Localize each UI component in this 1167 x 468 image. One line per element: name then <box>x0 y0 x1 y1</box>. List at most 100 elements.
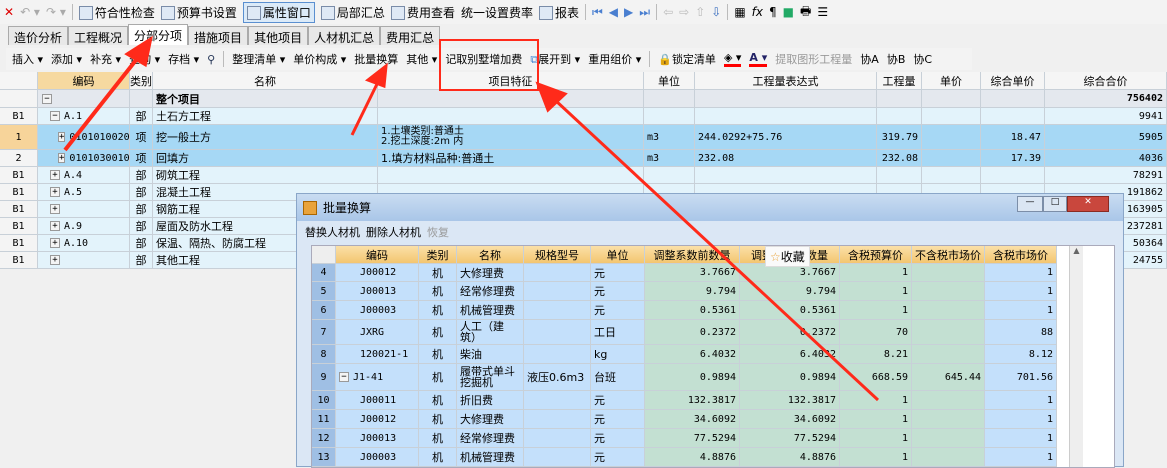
table-row[interactable]: 5 J00013 机 经常修理费 元 9.794 9.794 1 1 <box>312 282 1167 301</box>
expand-to-menu[interactable]: ⧉展开到 ▾ <box>530 51 580 67</box>
table-row[interactable]: 2 +010103001001 项回填方 1.填方材料品种:普通土 m3 232.08 23… <box>0 150 1167 167</box>
expand-icon[interactable]: + <box>58 153 66 163</box>
villa-fee-button[interactable]: 记取别墅增加费 <box>445 51 522 67</box>
expand-icon[interactable]: + <box>50 187 60 197</box>
cell: 1 <box>985 429 1057 448</box>
table-row[interactable]: 12 J00013 机 经常修理费 元 77.5294 77.5294 1 1 <box>312 429 1167 448</box>
collapse-icon[interactable]: − <box>339 372 349 382</box>
last-icon[interactable]: ⏭ <box>639 5 650 20</box>
calculator-icon[interactable]: ▦ <box>734 5 745 19</box>
lock-list-button[interactable]: 🔒锁定清单 <box>658 51 716 67</box>
maximize-button[interactable]: □ <box>1043 196 1067 212</box>
table-row[interactable]: 8 120021-1 机 柴油 kg 6.4032 6.4032 8.21 8.12 <box>312 345 1167 364</box>
property-window-button[interactable]: 属性窗口 <box>242 1 315 23</box>
table-row[interactable]: 13 J00003 机 机械管理费 元 4.8876 4.8876 1 1 <box>312 448 1167 467</box>
cell-text: 78291 <box>1132 169 1163 181</box>
unify-rate-button[interactable]: 统一设置费率 <box>461 4 533 21</box>
table-row[interactable]: 1 +010101002001 项挖一般土方 1.土壤类别:普通土 2.挖土深度:2m… <box>0 125 1167 150</box>
restore-button[interactable]: 恢复 <box>427 224 449 240</box>
first-icon[interactable]: ⏮ <box>592 5 603 20</box>
tab-measures[interactable]: 措施项目 <box>188 26 249 45</box>
print-icon[interactable]: 🖶 <box>800 2 811 23</box>
coop-c-button[interactable]: 协C <box>913 51 932 67</box>
expand-icon[interactable]: + <box>58 132 66 142</box>
table-row[interactable]: 7 JXRG 机 人工（建筑） 工日 0.2372 0.2372 70 88 <box>312 320 1167 345</box>
font-color-icon[interactable]: A ▾ <box>749 51 768 67</box>
compliance-check-button[interactable]: 符合性检查 <box>78 4 155 21</box>
cell-text: 9941 <box>1138 110 1163 122</box>
scrollbar[interactable]: ▲ <box>1069 246 1083 467</box>
minimize-button[interactable]: — <box>1017 196 1043 212</box>
cell: 工日 <box>591 320 645 345</box>
unit-price-menu[interactable]: 单价构成 ▾ <box>293 51 346 67</box>
coop-b-button[interactable]: 协B <box>887 51 906 67</box>
batch-convert-button[interactable]: 批量换算 <box>354 51 398 67</box>
dialog-grid-header[interactable]: 编码类别名称规格型号单位调整系数前数量调整系数后数量含税预算价不含税市场价含税市… <box>312 246 1167 264</box>
delete-material-button[interactable]: 删除人材机 <box>366 224 421 240</box>
table-row[interactable]: 4 J00012 机 大修理费 元 3.7667 3.7667 1 1 <box>312 264 1167 282</box>
fill-color-icon[interactable]: ◈ ▾ <box>723 51 742 67</box>
collapse-icon[interactable]: − <box>50 111 60 121</box>
extract-quantity-button[interactable]: 提取图形工程量 <box>775 51 852 67</box>
reuse-price-menu[interactable]: 重用组价 ▾ <box>588 51 641 67</box>
supplement-menu[interactable]: 补充 ▾ <box>90 51 121 67</box>
budget-settings-button[interactable]: 预算书设置 <box>160 4 237 21</box>
cell <box>524 282 591 301</box>
tab-project-overview[interactable]: 工程概况 <box>68 26 129 45</box>
fee-view-button[interactable]: 费用查看 <box>390 4 455 21</box>
list-icon[interactable]: ☰ <box>817 5 828 19</box>
organize-list-menu[interactable]: 整理清单 ▾ <box>232 51 285 67</box>
expand-icon[interactable]: + <box>50 238 60 248</box>
paragraph-icon[interactable]: ¶ <box>769 5 777 19</box>
collapse-icon[interactable]: − <box>42 93 52 104</box>
table-row[interactable]: B1 + A.4 部砌筑工程 78291 <box>0 167 1167 184</box>
table-row[interactable]: 9 − J1-41 机 履带式单斗挖掘机 液压0.6m3 台班 0.9894 0.9894 668… <box>312 364 1167 391</box>
cell-text: 工日 <box>594 326 616 339</box>
replace-material-button[interactable]: 替换人材机 <box>305 224 360 240</box>
redo-icon[interactable]: ↷ ▾ <box>46 5 66 19</box>
report-button[interactable]: 报表 <box>538 4 579 21</box>
close-button[interactable]: ✕ <box>1067 196 1109 212</box>
cell-text: 77.5294 <box>693 432 736 444</box>
formula-icon[interactable]: fx <box>752 5 763 19</box>
table-row[interactable]: − 整个项目 756402 <box>0 90 1167 108</box>
table-row[interactable]: 6 J00003 机 机械管理费 元 0.5361 0.5361 1 1 <box>312 301 1167 320</box>
dialog-title-bar[interactable]: 批量换算 <box>297 194 1123 221</box>
expand-icon[interactable]: + <box>50 221 60 231</box>
query-menu[interactable]: 查询 ▾ <box>129 51 160 67</box>
add-menu[interactable]: 添加 ▾ <box>51 51 82 67</box>
expand-icon[interactable]: + <box>50 204 60 214</box>
move-left-icon[interactable]: ⇦ <box>663 5 673 19</box>
coop-a-button[interactable]: 协A <box>860 51 879 67</box>
move-up-icon[interactable]: ⇧ <box>695 5 705 19</box>
favorite-tooltip[interactable]: ☆收藏 <box>765 246 810 267</box>
table-row[interactable]: 10 J00011 机 折旧费 元 132.3817 132.3817 1 1 <box>312 391 1167 410</box>
next-icon[interactable]: ▶ <box>624 5 633 19</box>
cut-icon[interactable]: ✕ <box>4 5 14 19</box>
cell: 232.08 <box>695 150 877 167</box>
tab-materials-summary[interactable]: 人材机汇总 <box>308 26 381 45</box>
tab-cost-analysis[interactable]: 造价分析 <box>8 26 69 45</box>
prev-icon[interactable]: ◀ <box>609 5 618 19</box>
cell-text: 工程量表达式 <box>752 74 819 88</box>
other-menu[interactable]: 其他 ▾ <box>406 51 437 67</box>
move-down-icon[interactable]: ⇩ <box>711 5 721 19</box>
cube-icon[interactable]: ■ <box>783 5 794 19</box>
move-right-icon[interactable]: ⇨ <box>679 5 689 19</box>
insert-menu[interactable]: 插入 ▾ <box>12 51 43 67</box>
archive-menu[interactable]: 存档 ▾ <box>168 51 199 67</box>
table-row[interactable]: 11 J00012 机大修理费元 34.6092 34.6092 1 1 <box>312 410 1167 429</box>
tab-sub-items[interactable]: 分部分项 <box>128 24 189 45</box>
tab-fee-summary[interactable]: 费用汇总 <box>380 26 441 45</box>
expand-icon[interactable]: + <box>50 170 60 180</box>
undo-icon[interactable]: ↶ ▾ <box>20 5 40 19</box>
cell-text: 元 <box>594 266 605 280</box>
table-row[interactable]: B1 − A.1 部土石方工程 9941 <box>0 108 1167 125</box>
expand-icon[interactable]: + <box>50 255 60 265</box>
grid-header[interactable]: 编码 类别 名称 项目特征 单位 工程量表达式 工程量 单价 综合单价 综合合价 <box>0 72 1167 90</box>
partial-summary-button[interactable]: 局部汇总 <box>320 4 385 21</box>
cell-text: 13 <box>317 451 330 463</box>
main-toolbar: ✕ ↶ ▾ ↷ ▾ 符合性检查 预算书设置 属性窗口 局部汇总 费用查看 统一设… <box>0 0 1167 24</box>
tab-other-items[interactable]: 其他项目 <box>248 26 309 45</box>
binoculars-icon[interactable]: ⚲ <box>207 53 215 66</box>
